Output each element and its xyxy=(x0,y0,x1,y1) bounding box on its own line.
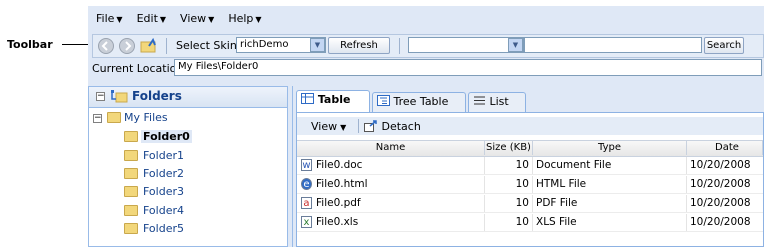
file-size: 10 xyxy=(485,157,533,174)
folder-icon xyxy=(124,205,138,216)
tab-table-label: Table xyxy=(317,93,351,106)
toolbar-separator xyxy=(166,38,167,54)
tab-tree-table-label: Tree Table xyxy=(393,95,449,108)
table-row[interactable]: a File0.pdf 10 PDF File 10/20/2008 xyxy=(297,195,763,213)
chevron-down-icon: ▼ xyxy=(255,15,262,24)
tree-table-icon xyxy=(377,95,390,106)
back-arrow-icon[interactable] xyxy=(98,38,114,54)
detach-icon xyxy=(364,120,377,132)
detach-label: Detach xyxy=(381,120,421,133)
menu-file[interactable]: File ▼ xyxy=(92,12,127,28)
table-row[interactable]: e File0.html 10 HTML File 10/20/2008 xyxy=(297,176,763,194)
tree-item-folder4[interactable]: Folder4 xyxy=(143,204,184,217)
search-type-select[interactable]: ▼ xyxy=(408,37,524,53)
file-date: 10/20/2008 xyxy=(690,178,751,190)
pdf-file-icon: a xyxy=(301,197,312,209)
file-date: 10/20/2008 xyxy=(690,197,751,209)
forward-arrow-icon[interactable] xyxy=(119,38,135,54)
folder-icon xyxy=(124,131,138,142)
chevron-down-icon[interactable]: ▼ xyxy=(508,38,523,52)
table-row[interactable]: w File0.doc 10 Document File 10/20/2008 xyxy=(297,157,763,175)
list-icon xyxy=(474,96,485,105)
chevron-down-icon: ▼ xyxy=(159,15,167,24)
chevron-down-icon[interactable]: ▼ xyxy=(310,38,325,52)
current-location-field[interactable]: My Files\Folder0 xyxy=(174,59,762,76)
folders-tree-icon xyxy=(110,89,128,104)
view-menu-button[interactable]: View ▼ xyxy=(311,120,346,133)
file-name: File0.pdf xyxy=(313,195,485,212)
tree-item-folder0[interactable]: Folder0 xyxy=(141,130,192,143)
file-date: 10/20/2008 xyxy=(690,216,751,228)
menu-help-label: Help xyxy=(228,12,254,25)
menu-file-label: File xyxy=(96,12,115,25)
column-header-date[interactable]: Date xyxy=(687,141,763,155)
file-size: 10 xyxy=(485,176,533,193)
column-header-name[interactable]: Name xyxy=(297,141,485,155)
column-header-type[interactable]: Type xyxy=(533,141,687,155)
search-input[interactable] xyxy=(524,37,702,53)
table-icon xyxy=(301,93,314,104)
html-file-icon: e xyxy=(301,178,312,190)
toolbar-callout-label: Toolbar xyxy=(7,38,53,51)
chevron-down-icon: ▼ xyxy=(116,15,123,24)
file-date: 10/20/2008 xyxy=(690,159,751,171)
search-button[interactable]: Search xyxy=(704,37,744,54)
excel-file-icon: x xyxy=(301,216,312,228)
folders-panel-title: Folders xyxy=(132,89,182,103)
menu-view-label: View xyxy=(180,12,207,25)
tree-item-folder5[interactable]: Folder5 xyxy=(143,222,184,235)
tab-table[interactable]: Table xyxy=(296,90,370,113)
file-type: XLS File xyxy=(533,214,687,231)
menu-view[interactable]: View ▼ xyxy=(176,12,218,28)
tree-item-folder1[interactable]: Folder1 xyxy=(143,149,184,162)
menu-edit[interactable]: Edit ▼ xyxy=(133,12,170,28)
grid-toolbar-separator xyxy=(358,119,359,133)
collapse-icon[interactable]: − xyxy=(96,92,105,101)
folder-icon xyxy=(124,223,138,234)
refresh-button[interactable]: Refresh xyxy=(328,37,390,54)
file-type: PDF File xyxy=(533,195,687,212)
folder-icon xyxy=(124,150,138,161)
skin-select-value: richDemo xyxy=(240,39,289,50)
current-location-label: Current Location: xyxy=(92,62,188,75)
file-name: File0.xls xyxy=(313,214,485,231)
file-size: 10 xyxy=(485,195,533,212)
select-skin-label: Select Skin xyxy=(176,39,237,52)
table-row[interactable]: x File0.xls 10 XLS File 10/20/2008 xyxy=(297,214,763,232)
chevron-down-icon: ▼ xyxy=(340,123,347,132)
folder-icon xyxy=(124,168,138,179)
tab-list-label: List xyxy=(489,95,509,108)
file-type: HTML File xyxy=(533,176,687,193)
tab-tree-table[interactable]: Tree Table xyxy=(372,92,466,112)
tree-item-my-files[interactable]: My Files xyxy=(124,111,168,124)
column-header-size[interactable]: Size (KB) xyxy=(485,141,533,155)
detach-button[interactable]: Detach xyxy=(364,120,421,133)
file-name: File0.doc xyxy=(313,157,485,174)
folders-panel xyxy=(88,86,288,247)
file-name: File0.html xyxy=(313,176,485,193)
menu-help[interactable]: Help ▼ xyxy=(224,12,265,28)
word-doc-icon: w xyxy=(301,159,312,171)
folder-icon xyxy=(124,186,138,197)
skin-select[interactable]: richDemo ▼ xyxy=(236,37,326,53)
menu-edit-label: Edit xyxy=(136,12,158,25)
menu-bar: File ▼ Edit ▼ View ▼ Help ▼ xyxy=(92,12,266,28)
tree-item-folder2[interactable]: Folder2 xyxy=(143,167,184,180)
tab-list[interactable]: List xyxy=(468,92,526,112)
collapse-icon[interactable]: − xyxy=(93,114,102,123)
tree-item-folder3[interactable]: Folder3 xyxy=(143,185,184,198)
file-size: 10 xyxy=(485,214,533,231)
file-type: Document File xyxy=(533,157,687,174)
view-menu-label: View xyxy=(311,120,338,133)
folder-up-icon[interactable] xyxy=(140,37,157,53)
folder-open-icon xyxy=(107,112,121,123)
toolbar-separator xyxy=(399,38,400,54)
chevron-down-icon: ▼ xyxy=(208,15,215,24)
